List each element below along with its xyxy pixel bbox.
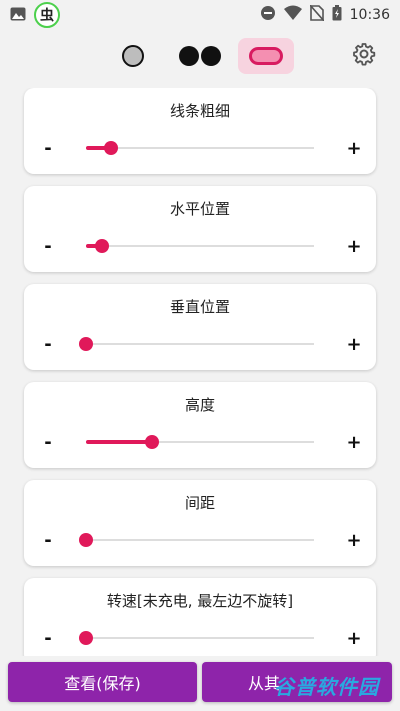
slider-thumb[interactable] xyxy=(79,631,93,645)
line-thickness-card: 线条粗细 - + xyxy=(24,88,376,174)
double-dot-icon xyxy=(179,46,221,66)
card-title: 转速[未充电, 最左边不旋转] xyxy=(106,592,294,610)
height-slider[interactable] xyxy=(86,434,314,450)
slider-thumb[interactable] xyxy=(94,239,109,253)
view-save-button[interactable]: 查看(保存) xyxy=(8,662,197,702)
clock: 10:36 xyxy=(349,7,390,23)
card-title: 高度 xyxy=(184,396,215,414)
height-card: 高度 - + xyxy=(24,382,376,468)
capsule-mode-button[interactable] xyxy=(238,38,294,74)
dnd-icon xyxy=(260,5,276,25)
increase-button[interactable]: + xyxy=(342,626,366,650)
decrease-button[interactable]: - xyxy=(36,626,60,650)
card-title: 间距 xyxy=(184,494,215,512)
rotation-speed-card: 转速[未充电, 最左边不旋转] - + xyxy=(24,578,376,656)
capsule-icon xyxy=(249,47,283,65)
single-dot-icon xyxy=(122,45,144,67)
decrease-button[interactable]: - xyxy=(36,430,60,454)
card-title: 垂直位置 xyxy=(169,298,230,316)
decrease-button[interactable]: - xyxy=(36,136,60,160)
card-title: 水平位置 xyxy=(169,200,230,218)
spacing-slider[interactable] xyxy=(79,532,314,548)
slider-thumb[interactable] xyxy=(79,533,93,547)
vertical-position-card: 垂直位置 - + xyxy=(24,284,376,370)
watermark-logo: 谷普软件园 xyxy=(274,670,379,700)
settings-list[interactable]: 线条粗细 - + 水平位置 - + 垂直位置 - + 高度 - + 间距 - +… xyxy=(0,88,400,656)
line-thickness-slider[interactable] xyxy=(86,140,314,156)
vertical-position-slider[interactable] xyxy=(79,336,314,352)
increase-button[interactable]: + xyxy=(342,430,366,454)
settings-button[interactable] xyxy=(350,38,378,74)
horizontal-position-card: 水平位置 - + xyxy=(24,186,376,272)
mode-toolbar xyxy=(0,34,400,78)
no-sim-icon xyxy=(309,4,325,25)
card-title: 线条粗细 xyxy=(169,102,230,120)
increase-button[interactable]: + xyxy=(342,234,366,258)
wifi-icon xyxy=(283,5,302,25)
decrease-button[interactable]: - xyxy=(36,234,60,258)
gear-icon xyxy=(352,42,376,70)
slider-thumb[interactable] xyxy=(104,141,119,155)
single-dot-mode-button[interactable] xyxy=(115,38,151,74)
status-bar: 虫 10:36 xyxy=(0,0,400,30)
increase-button[interactable]: + xyxy=(342,332,366,356)
increase-button[interactable]: + xyxy=(342,528,366,552)
horizontal-position-slider[interactable] xyxy=(86,238,314,254)
rotation-speed-slider[interactable] xyxy=(79,630,314,646)
decrease-button[interactable]: - xyxy=(36,332,60,356)
double-dot-mode-button[interactable] xyxy=(176,38,224,74)
increase-button[interactable]: + xyxy=(342,136,366,160)
spacing-card: 间距 - + xyxy=(24,480,376,566)
image-icon xyxy=(10,6,26,25)
battery-icon xyxy=(332,5,342,25)
slider-thumb[interactable] xyxy=(145,435,160,449)
watermark-text: 谷普软件园 xyxy=(274,674,379,699)
app-icon: 虫 xyxy=(34,2,60,28)
slider-thumb[interactable] xyxy=(79,337,93,351)
decrease-button[interactable]: - xyxy=(36,528,60,552)
